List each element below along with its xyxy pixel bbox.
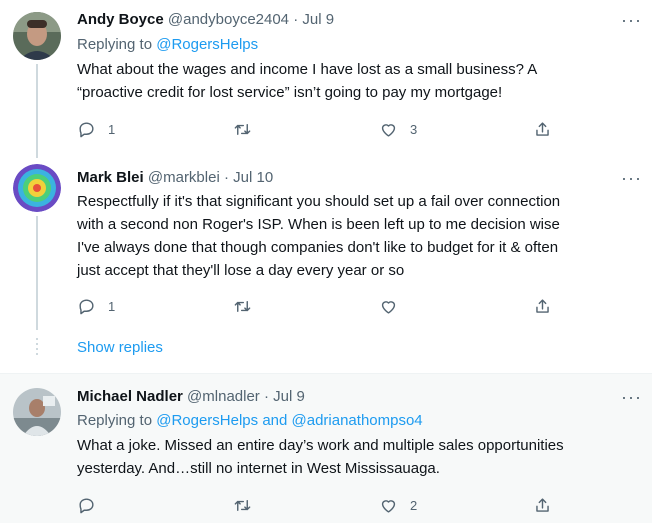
more-icon[interactable]: ··· [621,168,642,188]
like-button[interactable]: 3 [379,118,417,140]
like-icon [381,499,396,513]
tweet-text-line: Respectfully if it's that significant yo… [77,193,561,210]
like-count: 2 [410,497,418,513]
display-name[interactable]: Andy Boyce [77,11,164,28]
reply-button[interactable]: 1 [77,295,115,317]
retweet-button[interactable] [233,295,252,317]
reply-button[interactable] [77,494,96,516]
reply-icon [79,121,94,137]
tweet-header: Andy Boyce @andyboyce2404 · Jul 9 [77,10,334,30]
replying-prefix: Replying to [77,36,157,53]
tweet-text-line: yesterday. And…still no internet in West… [77,460,440,477]
reply-count: 1 [108,298,116,314]
reply-icon [79,497,94,513]
tweet-text-line: just accept that they'll lose a day ever… [77,262,405,279]
like-count: 3 [410,121,418,137]
more-icon[interactable]: ··· [621,10,642,30]
reply-button[interactable]: 1 [77,118,115,140]
like-button[interactable] [379,295,398,317]
replying-to-link[interactable]: @RogersHelps [156,36,258,53]
tweet-andy-boyce[interactable]: Andy Boyce @andyboyce2404 · Jul 9 ··· Re… [0,0,652,158]
tweet-date[interactable]: · Jul 9 [293,11,334,28]
tweet-text-line: I've always done that though companies d… [77,239,559,256]
share-button[interactable] [533,494,552,516]
share-icon [536,298,549,313]
tweet-date[interactable]: · Jul 9 [264,388,305,405]
retweet-icon [234,300,251,312]
avatar[interactable] [13,12,61,60]
replying-to: Replying to @RogersHelps and @adrianatho… [77,411,423,431]
share-icon [536,497,549,512]
tweet-date[interactable]: · Jul 10 [224,169,273,186]
tweet-text: What about the wages and income I have l… [77,58,637,104]
tweet-actions: 2 [77,494,557,516]
show-replies-link[interactable]: Show replies [77,338,163,358]
user-handle[interactable]: @mlnadler [187,388,260,405]
retweet-icon [234,499,251,511]
tweet-header: Mark Blei @markblei · Jul 10 [77,168,273,188]
thread-line [36,64,38,158]
tweet-michael-nadler[interactable]: Michael Nadler @mlnadler · Jul 9 ··· Rep… [0,373,652,523]
reply-count: 1 [108,121,116,137]
tweet-text-line: with a second non Roger's ISP. When is b… [77,216,560,233]
avatar[interactable] [13,388,61,436]
reply-icon [79,298,94,314]
more-icon[interactable]: ··· [621,387,642,407]
tweet-actions: 1 3 [77,118,557,140]
like-icon [381,300,396,314]
retweet-button[interactable] [233,118,252,140]
replying-to: Replying to @RogersHelps [77,35,258,55]
tweet-header: Michael Nadler @mlnadler · Jul 9 [77,387,305,407]
tweet-text-line: What a joke. Missed an entire day’s work… [77,437,564,454]
display-name[interactable]: Mark Blei [77,169,144,186]
avatar[interactable] [13,164,61,212]
display-name[interactable]: Michael Nadler [77,388,183,405]
share-button[interactable] [533,118,552,140]
retweet-icon [234,123,251,135]
like-button[interactable]: 2 [379,494,417,516]
share-button[interactable] [533,295,552,317]
thread-dots [36,338,38,358]
tweet-text: What a joke. Missed an entire day’s work… [77,434,637,480]
thread-line [36,216,38,330]
tweet-text-line: What about the wages and income I have l… [77,61,538,78]
retweet-button[interactable] [233,494,252,516]
replying-prefix: Replying to [77,412,157,429]
tweet-text-line: “proactive credit for lost service” isn’… [77,84,503,101]
user-handle[interactable]: @markblei [148,169,220,186]
user-handle[interactable]: @andyboyce2404 [168,11,289,28]
tweet-text: Respectfully if it's that significant yo… [77,190,637,282]
share-icon [536,121,549,136]
replying-to-link[interactable]: @RogersHelps and @adrianathompso4 [156,412,422,429]
like-icon [381,123,396,137]
tweet-actions: 1 [77,295,557,317]
